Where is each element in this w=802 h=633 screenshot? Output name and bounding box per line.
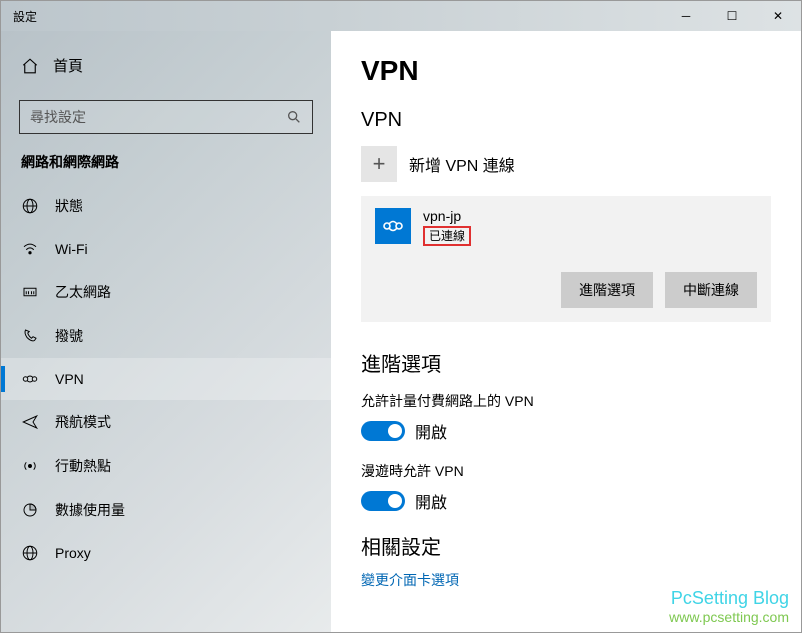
disconnect-button[interactable]: 中斷連線 xyxy=(665,272,757,308)
plus-icon: + xyxy=(373,153,386,175)
vpn-icon xyxy=(21,370,39,388)
sidebar: 首頁 網路和網際網路 狀態 Wi-Fi 乙太網路 撥號 VPN 飛 xyxy=(1,31,331,632)
vpn-connection-status: 已連線 xyxy=(423,226,471,246)
search-field[interactable] xyxy=(30,109,286,125)
ethernet-icon xyxy=(21,283,39,301)
sidebar-item-datausage[interactable]: 數據使用量 xyxy=(1,488,331,532)
sidebar-item-dialup[interactable]: 撥號 xyxy=(1,314,331,358)
data-usage-icon xyxy=(21,501,39,519)
metered-vpn-state: 開啟 xyxy=(415,419,447,443)
sidebar-item-proxy[interactable]: Proxy xyxy=(1,532,331,574)
sidebar-item-label: 撥號 xyxy=(55,326,83,346)
sidebar-item-airplane[interactable]: 飛航模式 xyxy=(1,400,331,444)
watermark-url: www.pcsetting.com xyxy=(669,609,789,626)
sidebar-item-label: 飛航模式 xyxy=(55,412,111,432)
vpn-connection-name: vpn-jp xyxy=(423,208,471,224)
sidebar-item-label: 行動熱點 xyxy=(55,456,111,476)
roaming-vpn-state: 開啟 xyxy=(415,489,447,513)
airplane-icon xyxy=(21,413,39,431)
sidebar-item-hotspot[interactable]: 行動熱點 xyxy=(1,444,331,488)
section-title: 網路和網際網路 xyxy=(1,150,331,184)
roaming-vpn-toggle[interactable] xyxy=(361,491,405,511)
sidebar-item-label: 數據使用量 xyxy=(55,500,125,520)
page-title: VPN xyxy=(361,55,771,87)
search-icon xyxy=(286,109,302,125)
vpn-section-title: VPN xyxy=(361,109,771,132)
advanced-section-title: 進階選項 xyxy=(361,348,771,377)
sidebar-item-label: 狀態 xyxy=(55,196,83,216)
add-vpn-box[interactable]: + xyxy=(361,146,397,182)
watermark: PcSetting Blog www.pcsetting.com xyxy=(669,588,789,626)
home-label: 首頁 xyxy=(53,55,83,76)
close-button[interactable]: ✕ xyxy=(755,1,801,31)
advanced-options-button[interactable]: 進階選項 xyxy=(561,272,653,308)
sidebar-item-label: Proxy xyxy=(55,545,91,561)
titlebar: 設定 ─ ☐ ✕ xyxy=(1,1,801,31)
search-input[interactable] xyxy=(19,100,313,134)
hotspot-icon xyxy=(21,457,39,475)
roaming-vpn-label: 漫遊時允許 VPN xyxy=(361,461,771,481)
dialup-icon xyxy=(21,327,39,345)
maximize-button[interactable]: ☐ xyxy=(709,1,755,31)
related-section-title: 相關設定 xyxy=(361,531,771,560)
vpn-connection-card[interactable]: vpn-jp 已連線 進階選項 中斷連線 xyxy=(361,196,771,322)
window-title: 設定 xyxy=(13,8,37,25)
main-panel: VPN VPN + 新增 VPN 連線 vpn-jp 已連線 進階選項 中斷連線… xyxy=(331,31,801,632)
globe-icon xyxy=(21,197,39,215)
sidebar-item-status[interactable]: 狀態 xyxy=(1,184,331,228)
sidebar-item-ethernet[interactable]: 乙太網路 xyxy=(1,270,331,314)
sidebar-item-wifi[interactable]: Wi-Fi xyxy=(1,228,331,270)
metered-vpn-label: 允許計量付費網路上的 VPN xyxy=(361,391,771,411)
home-nav[interactable]: 首頁 xyxy=(1,45,331,86)
watermark-title: PcSetting Blog xyxy=(669,588,789,610)
add-vpn-row[interactable]: + 新增 VPN 連線 xyxy=(361,146,771,182)
proxy-icon xyxy=(21,544,39,562)
sidebar-item-label: VPN xyxy=(55,371,84,387)
sidebar-item-label: Wi-Fi xyxy=(55,241,88,257)
vpn-connection-icon xyxy=(375,208,411,244)
add-vpn-label: 新增 VPN 連線 xyxy=(409,152,515,176)
sidebar-item-vpn[interactable]: VPN xyxy=(1,358,331,400)
minimize-button[interactable]: ─ xyxy=(663,1,709,31)
home-icon xyxy=(21,57,39,75)
metered-vpn-toggle[interactable] xyxy=(361,421,405,441)
wifi-icon xyxy=(21,240,39,258)
sidebar-item-label: 乙太網路 xyxy=(55,282,111,302)
